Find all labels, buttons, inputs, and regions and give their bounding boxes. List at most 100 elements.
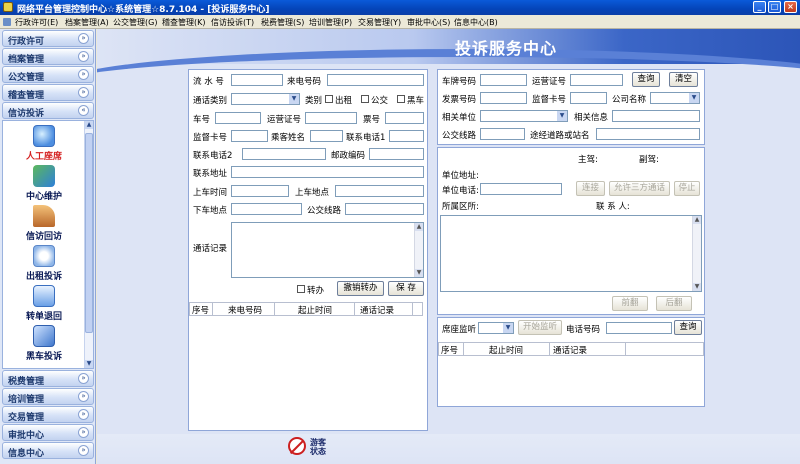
alight-place-input[interactable] <box>231 203 302 215</box>
black-car-checkbox[interactable] <box>397 95 405 103</box>
monitor-phone-input[interactable] <box>606 322 672 334</box>
menu-item-complaint[interactable]: 信访投诉(T) <box>211 17 254 28</box>
close-button[interactable]: × <box>784 1 797 13</box>
postcode-input[interactable] <box>369 148 424 160</box>
menu-item-inspection[interactable]: 稽查管理(K) <box>162 17 206 28</box>
chevron-down-icon: » <box>78 427 89 438</box>
monitor-query-button[interactable]: 查询 <box>674 320 702 335</box>
menu-item-info[interactable]: 信息中心(B) <box>454 17 498 28</box>
nav-group-bus[interactable]: 公交管理» <box>2 66 94 83</box>
chevron-down-icon: ▼ <box>503 323 513 333</box>
prev-page-button[interactable]: 前翻 <box>612 296 648 311</box>
guest-status-label: 游客状态 <box>310 438 326 456</box>
nav-group-tax[interactable]: 税费管理» <box>2 370 94 387</box>
chevron-down-icon: » <box>78 445 89 456</box>
no-entry-icon <box>288 437 306 455</box>
board-place-input[interactable] <box>335 185 424 197</box>
menu-item-trade[interactable]: 交易管理(Y) <box>358 17 401 28</box>
menu-item-approval[interactable]: 审批中心(S) <box>407 17 450 28</box>
board-time-input[interactable] <box>231 185 289 197</box>
save-button[interactable]: 保 存 <box>388 281 424 296</box>
chevron-down-icon: » <box>78 33 89 44</box>
seat-monitor-select[interactable]: ▼ <box>478 322 514 334</box>
vehicle-search-panel: 车牌号码 运营证号 查询 清空 发票号码 监督卡号 公司名称 ▼ 相关单位 ▼ … <box>437 69 705 145</box>
company-select[interactable]: ▼ <box>650 92 700 104</box>
related-info-input[interactable] <box>612 110 700 122</box>
start-monitor-button[interactable]: 开始监听 <box>518 320 562 335</box>
serial-no-input[interactable] <box>231 74 283 86</box>
query-button[interactable]: 查询 <box>632 72 660 87</box>
nav-group-complaint[interactable]: 信访投诉 « <box>2 102 94 119</box>
window-title: 网络平台管理控制中心☆系统管理☆8.7.104 - [投诉服务中心] <box>17 5 270 15</box>
nav-group-inspection[interactable]: 稽查管理» <box>2 84 94 101</box>
pencil-icon <box>33 325 55 347</box>
chevron-up-icon: « <box>78 105 89 116</box>
headset-icon <box>33 125 55 147</box>
bus-checkbox[interactable] <box>361 95 369 103</box>
menu-item-tax[interactable]: 税费管理(S) <box>261 17 304 28</box>
transfer-checkbox[interactable] <box>297 285 305 293</box>
scroll-thumb[interactable] <box>85 133 93 333</box>
page-title: 投诉服务中心 <box>455 39 558 58</box>
taxi-checkbox[interactable] <box>325 95 333 103</box>
nav-group-license[interactable]: 行政许可» <box>2 30 94 47</box>
phone2-input[interactable] <box>242 148 326 160</box>
invoice-no-input[interactable] <box>480 92 527 104</box>
connect-button[interactable]: 连接 <box>576 181 605 196</box>
plate-no-input[interactable] <box>480 74 527 86</box>
owner-info-textarea[interactable]: ▲ ▼ <box>440 215 702 292</box>
three-way-call-button[interactable]: 允许三方通话 <box>609 181 670 196</box>
chevron-down-icon: » <box>78 373 89 384</box>
nav-group-archive[interactable]: 档案管理» <box>2 48 94 65</box>
clear-button[interactable]: 清空 <box>669 72 698 87</box>
menu-item-training[interactable]: 培训管理(P) <box>309 17 352 28</box>
call-record-textarea[interactable]: ▲ ▼ <box>231 222 424 278</box>
ticket-no-input[interactable] <box>385 112 424 124</box>
chevron-down-icon: ▼ <box>289 94 299 104</box>
nav-group-trade[interactable]: 交易管理» <box>2 406 94 423</box>
right-bus-route-input[interactable] <box>480 128 525 140</box>
ops-cert-input[interactable] <box>305 112 357 124</box>
restore-button[interactable]: □ <box>768 1 781 13</box>
caller-no-input[interactable] <box>327 74 424 86</box>
house-icon <box>33 205 55 227</box>
nav-group-approval[interactable]: 审批中心» <box>2 424 94 441</box>
supervisor-card-input[interactable] <box>231 130 268 142</box>
stop-button[interactable]: 停止 <box>674 181 700 196</box>
right-supervisor-card-input[interactable] <box>570 92 607 104</box>
right-ops-cert-input[interactable] <box>570 74 623 86</box>
textarea-scrollbar[interactable]: ▲ ▼ <box>414 223 423 277</box>
scroll-up-arrow-icon[interactable]: ▲ <box>85 121 93 129</box>
chevron-down-icon: ▼ <box>689 93 699 103</box>
nav-group-info[interactable]: 信息中心» <box>2 442 94 459</box>
call-history-header: 序号 来电号码 起止时间 通话记录 <box>189 302 423 316</box>
car-no-input[interactable] <box>215 112 261 124</box>
status-bar: 游客状态 <box>97 434 800 464</box>
via-station-input[interactable] <box>596 128 700 140</box>
scroll-down-arrow-icon[interactable]: ▼ <box>85 360 93 368</box>
complaint-form-panel: 流 水 号 来电号码 通话类别 ▼ 类别 出租 公交 黑车 车号 运营证号 票号… <box>188 69 428 431</box>
bus-route-input[interactable] <box>345 203 424 215</box>
menu-app-icon <box>3 18 11 26</box>
minimize-button[interactable]: _ <box>753 1 766 13</box>
chevron-down-icon: » <box>78 409 89 420</box>
cancel-transfer-button[interactable]: 撤销转办 <box>337 281 384 296</box>
menu-item-license[interactable]: 行政许可(E) <box>15 17 58 28</box>
menu-item-bus[interactable]: 公交管理(G) <box>113 17 157 28</box>
sidebar: 行政许可» 档案管理» 公交管理» 稽查管理» 信访投诉 « 人工座席 中心维护 … <box>0 29 96 464</box>
nav-group-training[interactable]: 培训管理» <box>2 388 94 405</box>
address-input[interactable] <box>231 166 424 178</box>
passenger-name-input[interactable] <box>310 130 343 142</box>
menu-item-archive[interactable]: 档案管理(A) <box>65 17 109 28</box>
monitor-history-header: 序号 起止时间 通话记录 <box>438 342 704 356</box>
related-unit-select[interactable]: ▼ <box>480 110 568 122</box>
phone1-input[interactable] <box>389 130 424 142</box>
next-page-button[interactable]: 后翻 <box>656 296 692 311</box>
sidebar-scrollbar[interactable]: ▲ ▼ <box>84 121 93 368</box>
unit-phone-input[interactable] <box>480 183 562 195</box>
call-type-select[interactable]: ▼ <box>231 93 300 105</box>
chevron-down-icon: » <box>78 87 89 98</box>
taxi-icon <box>33 245 55 267</box>
textarea-scrollbar[interactable]: ▲ ▼ <box>692 216 701 291</box>
gear-icon <box>33 165 55 187</box>
